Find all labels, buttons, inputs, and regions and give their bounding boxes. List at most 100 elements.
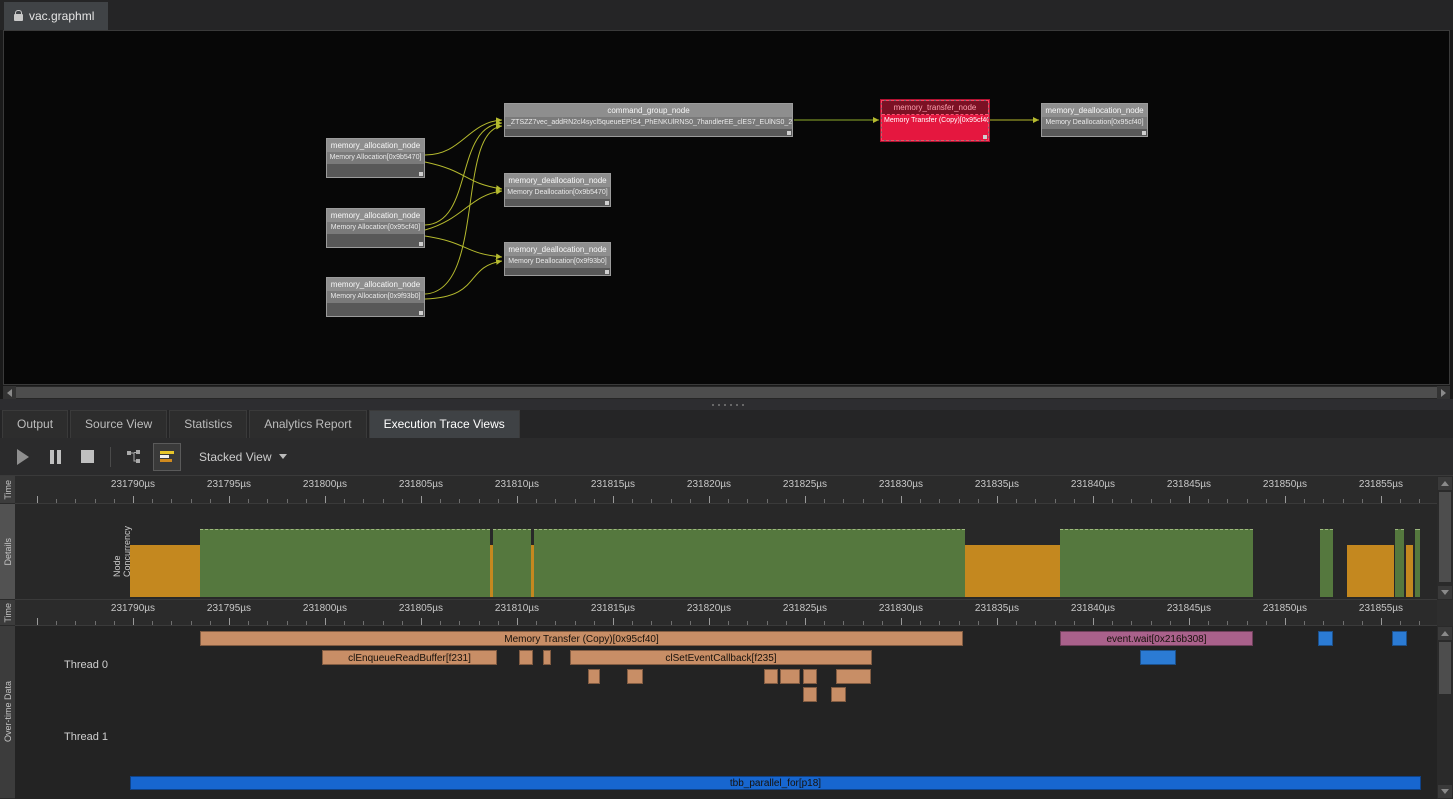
details-vscroll-thumb[interactable] (1439, 492, 1451, 582)
ruler-tick (1227, 621, 1228, 625)
tab-output[interactable]: Output (2, 410, 68, 438)
ruler-tick (632, 621, 633, 625)
ruler-tick (325, 618, 326, 625)
trace-bar[interactable] (543, 650, 551, 665)
ruler-tick (498, 621, 499, 625)
ruler-tick (133, 618, 134, 625)
ruler-tick (613, 618, 614, 625)
graph-node-footer (882, 127, 988, 140)
scroll-down-icon[interactable] (1438, 586, 1452, 599)
graph-node-memory_transfer_node[interactable]: memory_transfer_nodeMemory Transfer (Cop… (881, 100, 989, 141)
pause-icon (50, 450, 54, 464)
play-button[interactable] (10, 444, 36, 470)
ruler-tick (1055, 499, 1056, 503)
scroll-left-icon[interactable] (3, 386, 16, 399)
tab-source-view[interactable]: Source View (70, 410, 167, 438)
stop-button[interactable] (74, 444, 100, 470)
trace-bar[interactable]: tbb_parallel_for[p18] (130, 776, 1421, 790)
concurrency-chart[interactable] (15, 504, 1437, 599)
graph-edge (425, 236, 502, 257)
trace-bar[interactable] (803, 669, 817, 684)
tab-analytics-report[interactable]: Analytics Report (249, 410, 366, 438)
trace-bar[interactable]: Memory Transfer (Copy)[0x95cf40] (200, 631, 963, 646)
ruler-tick (709, 496, 710, 503)
grouping-button[interactable] (121, 444, 147, 470)
ruler-tick (728, 499, 729, 503)
ruler-label: 231855µs (1351, 603, 1411, 614)
gutter-time-bottom-label: Time (3, 603, 13, 623)
gutter-time-bottom[interactable]: Time (0, 600, 15, 626)
ruler-tick (171, 499, 172, 503)
trace-bar[interactable] (519, 650, 533, 665)
ruler-tick (210, 621, 211, 625)
concurrency-segment (534, 529, 965, 597)
ruler-tick (651, 499, 652, 503)
graph-node-memory_deallocation_node[interactable]: memory_deallocation_nodeMemory Deallocat… (1041, 103, 1148, 137)
trace-bar[interactable] (831, 687, 846, 702)
stacked-chart-button[interactable] (153, 443, 181, 471)
tab-vac-graphml[interactable]: vac.graphml (4, 2, 108, 30)
trace-bar[interactable]: event.wait[0x216b308] (1060, 631, 1253, 646)
ruler-label: 231820µs (679, 479, 739, 490)
gutter-overtime-data[interactable]: Over-time Data (0, 626, 15, 799)
ruler-tick (440, 621, 441, 625)
trace-bar[interactable] (803, 687, 817, 702)
time-ruler-bottom[interactable]: 231790µs231795µs231800µs231805µs231810µs… (15, 600, 1437, 626)
trace-bar[interactable] (836, 669, 871, 684)
ruler-tick (1285, 496, 1286, 503)
ruler-tick (1343, 621, 1344, 625)
trace-bar[interactable] (588, 669, 600, 684)
trace-bar[interactable] (1318, 631, 1333, 646)
graph-node-body: Memory Deallocation[0x9f93b0] (505, 256, 610, 268)
graph-horizontal-scrollbar[interactable] (3, 386, 1450, 399)
graph-node-memory_allocation_node[interactable]: memory_allocation_nodeMemory Allocation[… (326, 277, 425, 317)
gutter-details[interactable]: Details (0, 504, 15, 600)
scroll-up-icon[interactable] (1438, 477, 1452, 490)
scroll-down-icon[interactable] (1438, 785, 1452, 798)
tab-execution-trace-views[interactable]: Execution Trace Views (369, 410, 520, 438)
graph-node-memory_deallocation_node[interactable]: memory_deallocation_nodeMemory Deallocat… (504, 173, 611, 207)
graph-node-command_group_node[interactable]: command_group_node_ZTSZZ7vec_addRN2cl4sy… (504, 103, 793, 137)
graph-node-body: Memory Allocation[0x9f93b0] (327, 291, 424, 303)
overtime-canvas[interactable]: Thread 0Thread 1Memory Transfer (Copy)[0… (15, 626, 1437, 799)
ruler-tick (824, 499, 825, 503)
ruler-tick (95, 499, 96, 503)
connector-port-icon (1142, 131, 1146, 135)
ruler-label: 231835µs (967, 603, 1027, 614)
trace-bar[interactable] (1392, 631, 1407, 646)
connector-port-icon (419, 172, 423, 176)
overtime-vscroll-thumb[interactable] (1439, 642, 1451, 694)
graph-node-memory_deallocation_node[interactable]: memory_deallocation_nodeMemory Deallocat… (504, 242, 611, 276)
trace-bar[interactable]: clSetEventCallback[f235] (570, 650, 872, 665)
ruler-tick (728, 621, 729, 625)
hscroll-thumb[interactable] (16, 387, 1437, 398)
ruler-tick (1170, 499, 1171, 503)
panel-splitter[interactable] (0, 399, 1453, 410)
ruler-tick (536, 621, 537, 625)
ruler-tick (1400, 621, 1401, 625)
ruler-label: 231830µs (871, 603, 931, 614)
ruler-tick (939, 499, 940, 503)
trace-bar[interactable] (1140, 650, 1176, 665)
trace-bar[interactable] (780, 669, 800, 684)
ruler-label: 231805µs (391, 479, 451, 490)
details-concurrency-panel[interactable]: Node Concurrency (15, 504, 1437, 600)
scroll-right-icon[interactable] (1437, 386, 1450, 399)
ruler-tick (171, 621, 172, 625)
trace-bar[interactable]: clEnqueueReadBuffer[f231] (322, 650, 497, 665)
scroll-up-icon[interactable] (1438, 627, 1452, 640)
gutter-time-top[interactable]: Time (0, 476, 15, 504)
view-mode-dropdown[interactable]: Stacked View (191, 446, 295, 468)
graph-canvas[interactable]: memory_allocation_nodeMemory Allocation[… (3, 30, 1450, 385)
ruler-tick (56, 621, 57, 625)
graph-node-memory_allocation_node[interactable]: memory_allocation_nodeMemory Allocation[… (326, 138, 425, 178)
tab-statistics[interactable]: Statistics (169, 410, 247, 438)
graph-node-memory_allocation_node[interactable]: memory_allocation_nodeMemory Allocation[… (326, 208, 425, 248)
pause-button[interactable] (42, 444, 68, 470)
trace-bar[interactable] (764, 669, 778, 684)
trace-bar[interactable] (627, 669, 643, 684)
overtime-vscrollbar[interactable] (1437, 626, 1453, 799)
time-ruler-top[interactable]: 231790µs231795µs231800µs231805µs231810µs… (15, 476, 1437, 504)
play-icon (17, 449, 29, 465)
details-vscrollbar[interactable] (1437, 476, 1453, 600)
